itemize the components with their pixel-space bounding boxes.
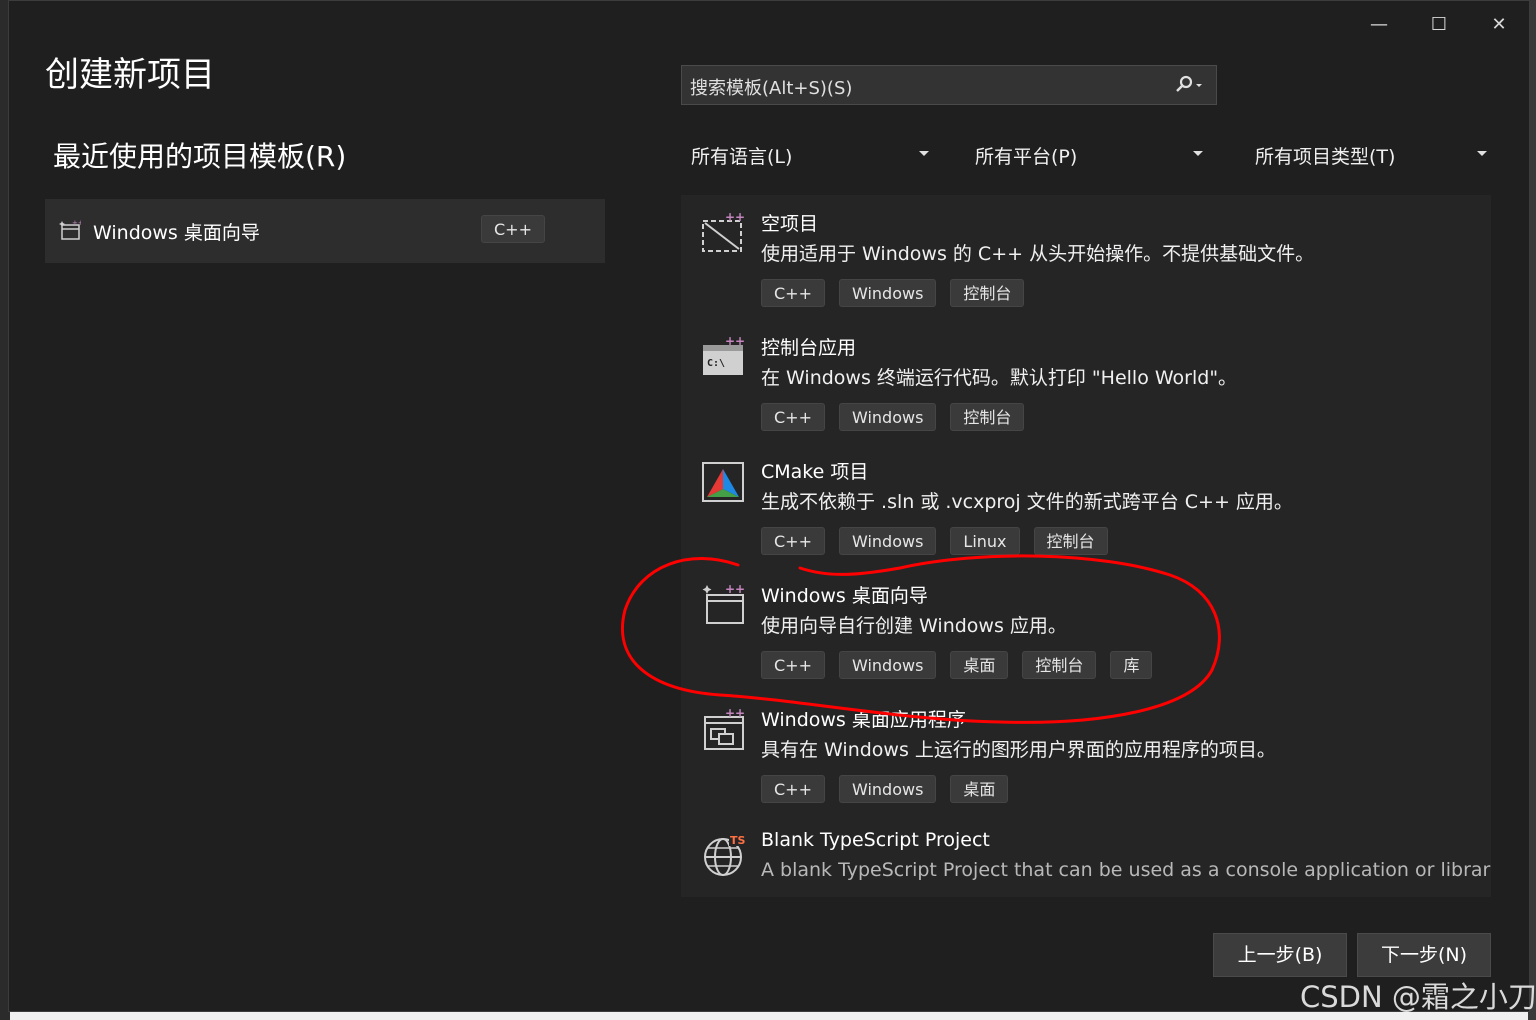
tag-badge: 桌面 — [950, 651, 1009, 679]
tag-badge: Windows — [838, 279, 937, 307]
wizard-icon: ++ — [59, 219, 81, 240]
tag-badge: Linux — [950, 527, 1020, 555]
console-app-icon: C:\ ++ — [703, 335, 745, 375]
template-name: 控制台应用 — [761, 337, 857, 359]
tag-badge: 控制台 — [950, 403, 1025, 431]
platform-filter-dropdown[interactable]: 所有平台(P) — [965, 137, 1209, 171]
chevron-down-icon — [1193, 151, 1203, 156]
template-name: Blank TypeScript Project — [761, 829, 990, 851]
template-list: ++ 空项目 使用适用于 Windows 的 C++ 从头开始操作。不提供基础文… — [681, 195, 1491, 897]
template-description: 生成不依赖于 .sln 或 .vcxproj 文件的新式跨平台 C++ 应用。 — [761, 491, 1293, 513]
svg-text:++: ++ — [725, 583, 745, 596]
tag-badge: 控制台 — [1022, 651, 1097, 679]
maximize-button[interactable]: ☐ — [1419, 9, 1459, 41]
typescript-globe-icon: TS — [704, 833, 746, 876]
close-button[interactable]: ✕ — [1479, 9, 1519, 41]
template-name: Windows 桌面向导 — [761, 585, 928, 607]
back-button[interactable]: 上一步(B) — [1213, 933, 1347, 977]
search-input[interactable]: 搜索模板(Alt+S)(S) — [681, 65, 1217, 105]
template-tags: C++ Windows 控制台 — [761, 403, 1038, 431]
language-filter-label: 所有语言(L) — [691, 146, 793, 168]
tag-badge: 控制台 — [950, 279, 1025, 307]
template-item-windows-desktop-app[interactable]: ++ Windows 桌面应用程序 具有在 Windows 上运行的图形用户界面… — [681, 691, 1491, 815]
recent-template-item[interactable]: ++ Windows 桌面向导 C++ — [45, 199, 605, 263]
chevron-down-icon — [919, 151, 929, 156]
tag-badge: Windows — [838, 651, 937, 679]
create-project-dialog: — ☐ ✕ 创建新项目 最近使用的项目模板(R) ++ Windows 桌面向导… — [8, 0, 1530, 1012]
template-item-cmake-project[interactable]: CMake 项目 生成不依赖于 .sln 或 .vcxproj 文件的新式跨平台… — [681, 443, 1491, 567]
template-tags: C++ Windows Linux 控制台 — [761, 527, 1122, 555]
project-type-filter-dropdown[interactable]: 所有项目类型(T) — [1245, 137, 1493, 171]
template-tags: C++ Windows 控制台 — [761, 279, 1038, 307]
tag-badge: C++ — [761, 651, 825, 679]
template-name: CMake 项目 — [761, 461, 869, 483]
recent-template-label: Windows 桌面向导 — [93, 222, 260, 244]
recent-templates-heading: 最近使用的项目模板(R) — [53, 140, 347, 173]
template-item-empty-project[interactable]: ++ 空项目 使用适用于 Windows 的 C++ 从头开始操作。不提供基础文… — [681, 195, 1491, 319]
tag-badge: C++ — [761, 403, 825, 431]
search-placeholder: 搜索模板(Alt+S)(S) — [690, 78, 853, 99]
minimize-button[interactable]: — — [1359, 9, 1399, 41]
svg-text:++: ++ — [725, 335, 745, 348]
tag-badge: Windows — [838, 527, 937, 555]
template-description: 在 Windows 终端运行代码。默认打印 "Hello World"。 — [761, 367, 1238, 389]
template-description: 使用向导自行创建 Windows 应用。 — [761, 615, 1067, 637]
template-description: A blank TypeScript Project that can be u… — [761, 859, 1491, 881]
svg-text:TS: TS — [730, 834, 746, 847]
svg-text:++: ++ — [72, 219, 81, 227]
chevron-down-icon — [1477, 151, 1487, 156]
template-name: 空项目 — [761, 213, 819, 235]
desktop-app-icon: ++ — [704, 707, 745, 750]
wizard-icon: ++ — [702, 583, 745, 624]
page-title: 创建新项目 — [45, 55, 215, 95]
platform-filter-label: 所有平台(P) — [975, 146, 1078, 168]
project-type-filter-label: 所有项目类型(T) — [1255, 146, 1396, 168]
recent-template-tag: C++ — [481, 215, 545, 243]
template-tags: C++ Windows 桌面 — [761, 775, 1022, 803]
language-filter-dropdown[interactable]: 所有语言(L) — [681, 137, 935, 171]
search-icon[interactable] — [1172, 73, 1206, 97]
tag-badge: C++ — [761, 279, 825, 307]
tag-badge: 控制台 — [1033, 527, 1108, 555]
template-description: 使用适用于 Windows 的 C++ 从头开始操作。不提供基础文件。 — [761, 243, 1315, 265]
tag-badge: C++ — [761, 775, 825, 803]
svg-text:++: ++ — [725, 211, 745, 224]
cmake-icon — [702, 462, 744, 502]
template-name: Windows 桌面应用程序 — [761, 709, 966, 731]
empty-project-icon: ++ — [702, 211, 745, 252]
template-item-blank-typescript[interactable]: TS Blank TypeScript Project A blank Type… — [681, 815, 1491, 897]
tag-badge: 桌面 — [950, 775, 1009, 803]
template-item-console-app[interactable]: C:\ ++ 控制台应用 在 Windows 终端运行代码。默认打印 "Hell… — [681, 319, 1491, 443]
tag-badge: Windows — [838, 403, 937, 431]
template-description: 具有在 Windows 上运行的图形用户界面的应用程序的项目。 — [761, 739, 1276, 761]
svg-text:++: ++ — [725, 707, 745, 720]
template-tags: C++ Windows 桌面 控制台库 — [761, 651, 1166, 679]
template-item-windows-desktop-wizard[interactable]: ++ Windows 桌面向导 使用向导自行创建 Windows 应用。 C++… — [681, 567, 1491, 691]
tag-badge: 库 — [1110, 651, 1153, 679]
svg-text:C:\: C:\ — [707, 358, 725, 369]
watermark: CSDN @霜之小刀 — [1300, 980, 1536, 1014]
tag-badge: C++ — [761, 527, 825, 555]
next-button[interactable]: 下一步(N) — [1357, 933, 1491, 977]
tag-badge: Windows — [838, 775, 937, 803]
